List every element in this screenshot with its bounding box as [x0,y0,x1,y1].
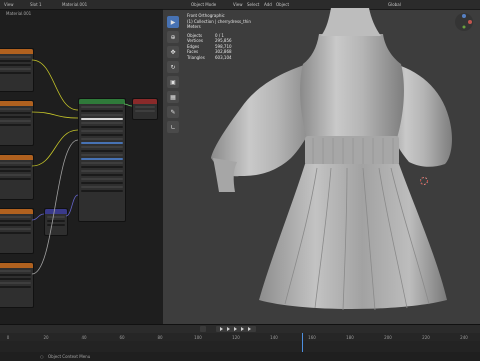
menu-select[interactable]: Select [247,2,259,7]
playhead[interactable] [302,333,303,352]
select-icon[interactable]: ▶ [167,16,179,28]
tick-label: 20 [43,335,49,340]
dress-model[interactable] [201,8,461,324]
tick-label: 140 [270,335,278,340]
scale-icon[interactable]: ▣ [167,76,179,88]
tick-label: 200 [384,335,392,340]
annotate-icon[interactable]: ✎ [167,106,179,118]
rotate-icon[interactable]: ↻ [167,61,179,73]
tick-label: 120 [232,335,240,340]
menu-object[interactable]: Object [276,2,289,7]
tick-label: 100 [194,335,202,340]
mouse-icon: ○ [40,354,44,359]
3d-viewport[interactable]: Object Mode View Select Add Object Globa… [163,0,480,324]
tick-label: 160 [308,335,316,340]
tool-shelf: ▶ ⊕ ✥ ↻ ▣ ▦ ✎ ∟ [167,16,179,136]
mode-select[interactable]: Object Mode [191,2,216,7]
measure-icon[interactable]: ∟ [167,121,179,133]
3d-cursor-icon [420,177,428,185]
transform-orientation[interactable]: Global [388,2,401,7]
node-editor[interactable]: View Slot 1 Material.001 Material.001 [0,0,163,324]
transform-icon[interactable]: ▦ [167,91,179,103]
menu-view[interactable]: View [233,2,243,7]
tick-label: 220 [422,335,430,340]
tick-label: 80 [157,335,163,340]
playback-controls [0,325,480,333]
tick-label: 180 [346,335,354,340]
move-icon[interactable]: ✥ [167,46,179,58]
cursor-icon[interactable]: ⊕ [167,31,179,43]
frame-ruler[interactable]: 0 20 40 60 80 100 120 140 160 180 200 22… [0,333,480,341]
menu-add[interactable]: Add [264,2,272,7]
playback-buttons-icon[interactable] [200,326,260,332]
tick-label: 60 [119,335,125,340]
tick-label: 0 [6,335,10,340]
timeline[interactable]: 0 20 40 60 80 100 120 140 160 180 200 22… [0,324,480,361]
tick-label: 240 [460,335,468,340]
tick-label: 40 [81,335,87,340]
node-links [31,59,133,275]
status-text: Object Context Menu [48,354,91,359]
